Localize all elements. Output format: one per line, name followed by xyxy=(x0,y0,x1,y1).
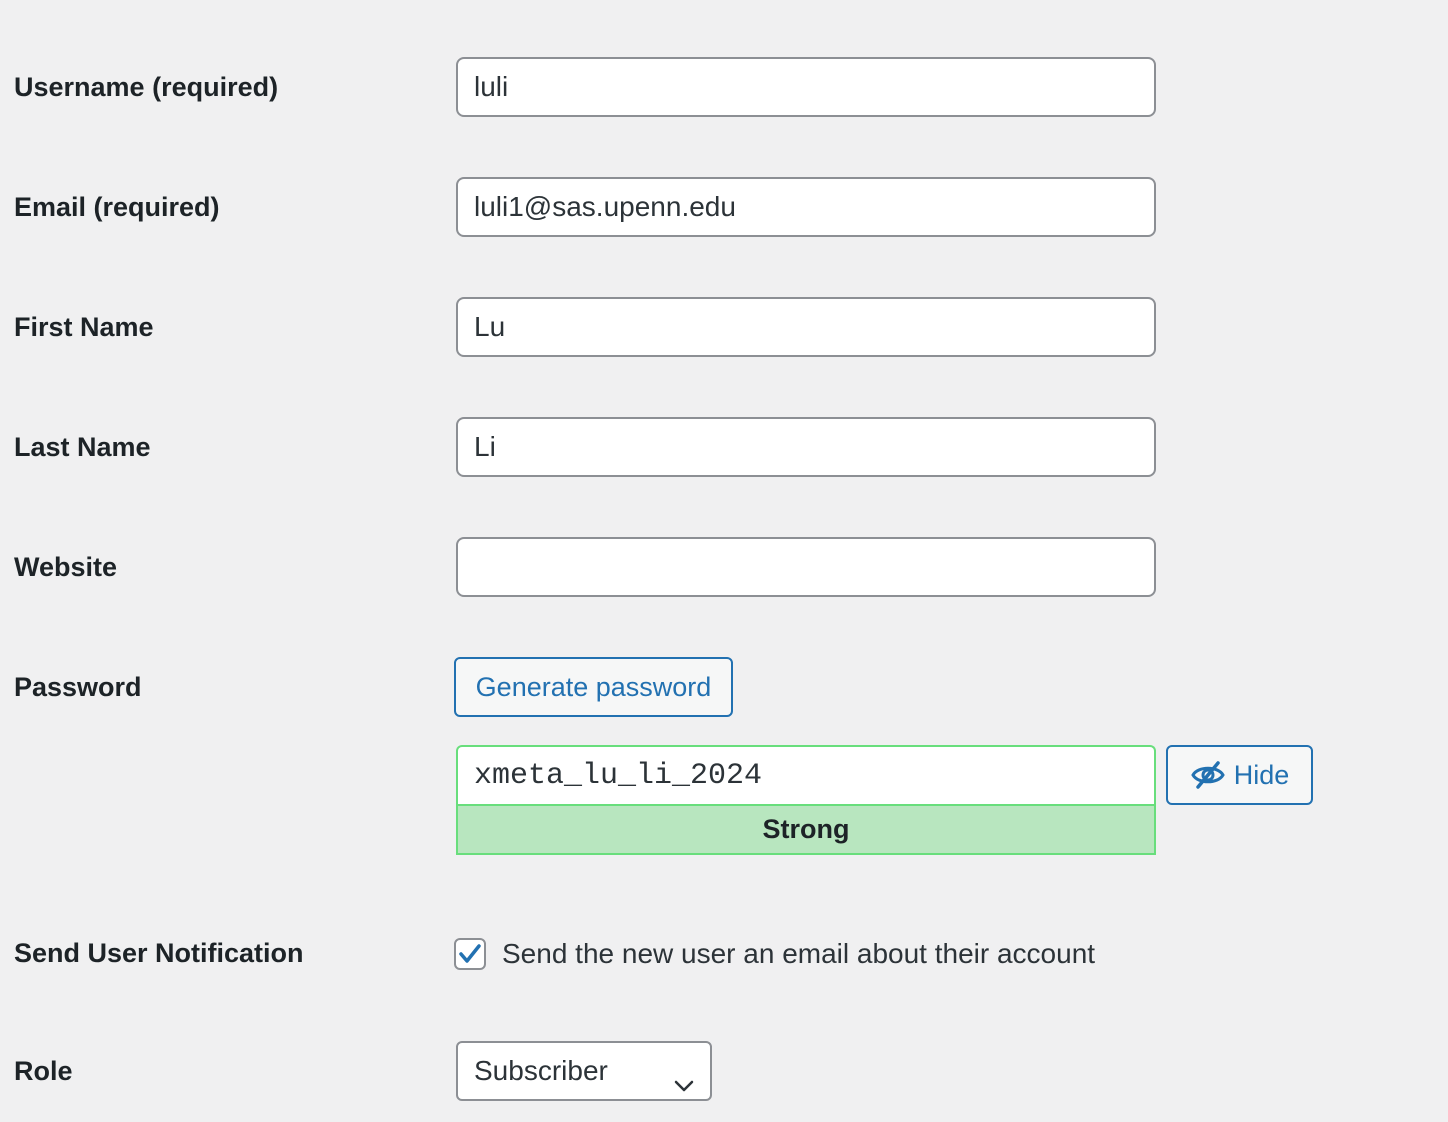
first-name-label: First Name xyxy=(14,312,154,342)
password-strength-indicator: Strong xyxy=(456,804,1156,855)
password-input[interactable]: xmeta_lu_li_2024 xyxy=(456,745,1156,805)
send-notification-label: Send User Notification xyxy=(14,938,304,968)
first-name-input[interactable]: Lu xyxy=(456,297,1156,357)
hide-password-label: Hide xyxy=(1233,759,1290,790)
send-notification-text[interactable]: Send the new user an email about their a… xyxy=(502,938,1095,970)
website-label: Website xyxy=(14,552,118,582)
password-label: Password xyxy=(14,672,142,702)
eye-slash-icon xyxy=(1190,760,1226,790)
hide-password-button[interactable]: Hide xyxy=(1166,745,1313,805)
checkmark-icon xyxy=(459,944,481,963)
add-user-form: Username (required) luli Email (required… xyxy=(0,0,1448,1122)
email-input[interactable]: luli1@sas.upenn.edu xyxy=(456,177,1156,237)
role-select[interactable]: Subscriber xyxy=(456,1041,712,1101)
username-input[interactable]: luli xyxy=(456,57,1156,117)
last-name-label: Last Name xyxy=(14,432,151,462)
password-strength-label: Strong xyxy=(762,814,850,844)
role-label: Role xyxy=(14,1056,73,1086)
email-label: Email (required) xyxy=(14,192,220,222)
role-selected-value: Subscriber xyxy=(474,1055,608,1086)
last-name-input[interactable]: Li xyxy=(456,417,1156,477)
website-input[interactable] xyxy=(456,537,1156,597)
generate-password-button[interactable]: Generate password xyxy=(454,657,733,717)
generate-password-label: Generate password xyxy=(475,671,712,702)
chevron-down-icon xyxy=(672,1061,696,1092)
send-notification-checkbox[interactable] xyxy=(454,938,486,970)
username-label: Username (required) xyxy=(14,72,279,102)
